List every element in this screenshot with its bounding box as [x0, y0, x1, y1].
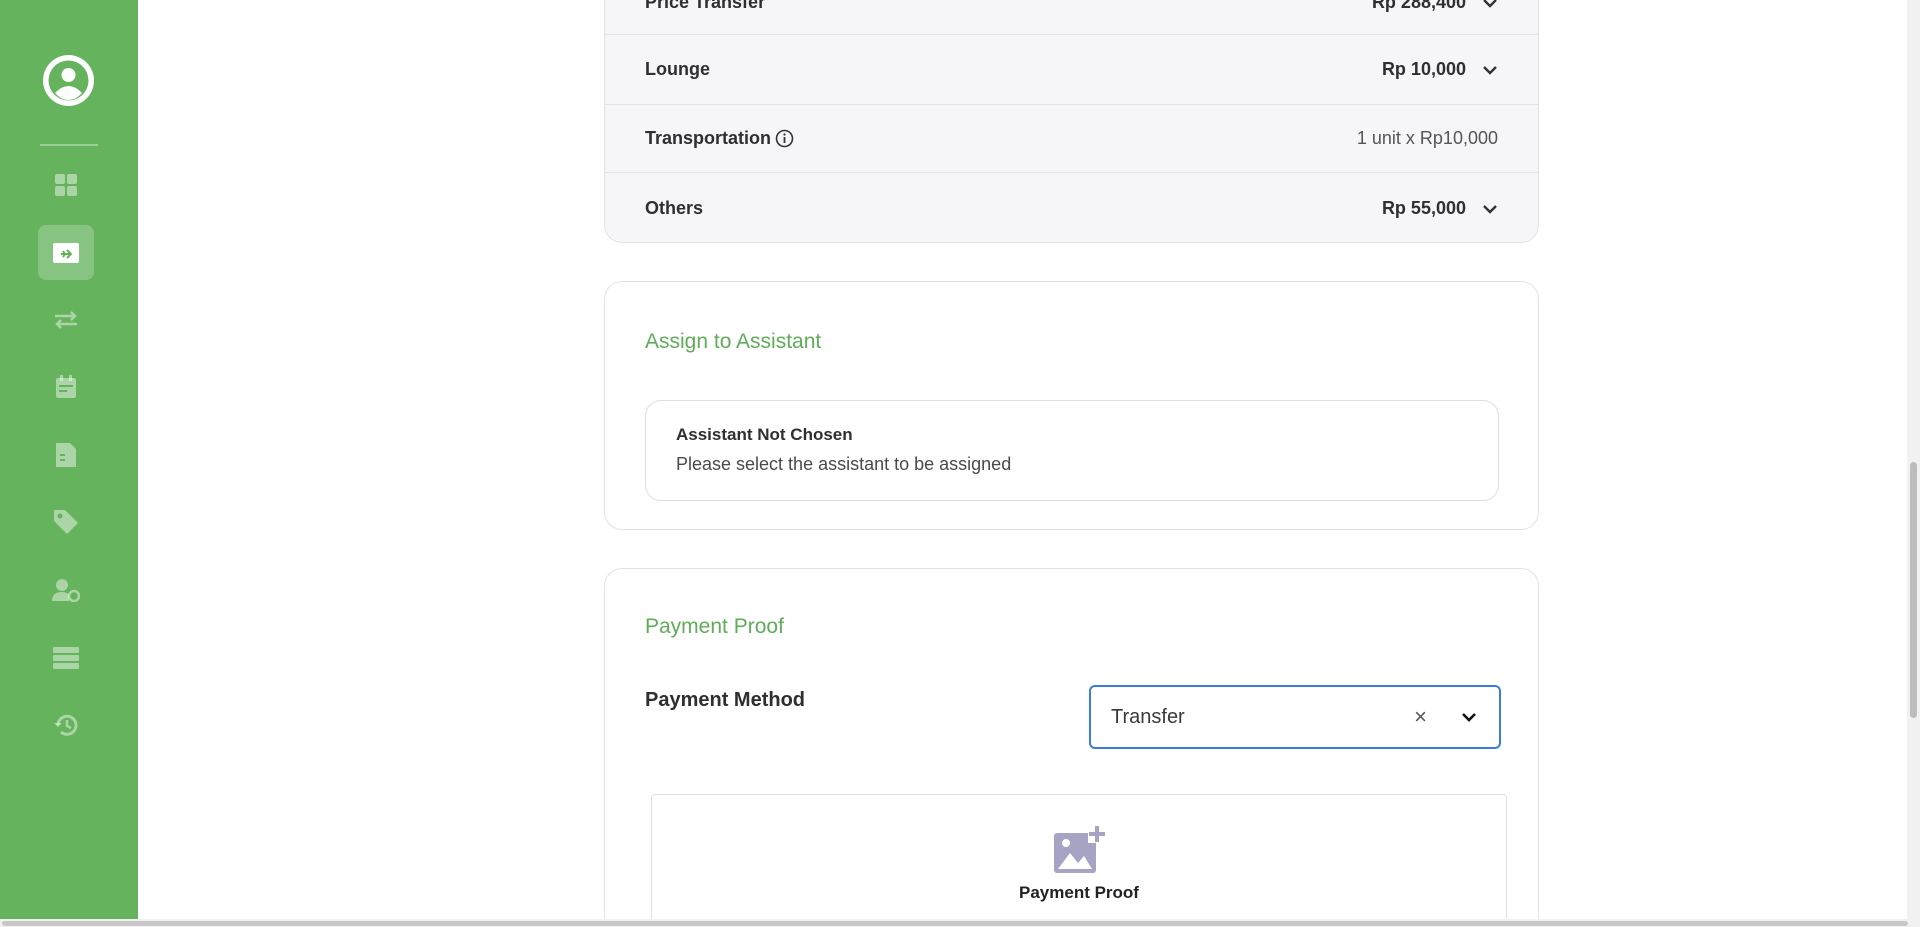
row-label: Lounge — [645, 59, 710, 79]
transfer-arrows-icon — [55, 310, 77, 329]
upload-label: Payment Proof — [1019, 883, 1139, 902]
info-icon[interactable] — [775, 129, 794, 148]
row-value-text: Rp 10,000 — [1381, 59, 1466, 79]
assistant-selector[interactable]: Assistant Not Chosen Please select the a… — [645, 400, 1499, 501]
summary-row-price-transfer[interactable]: Price Transfer Rp 288,400 — [605, 0, 1538, 34]
payment-method-select[interactable]: Transfer × — [1089, 685, 1501, 749]
payment-method-label: Payment Method — [645, 689, 806, 711]
horizontal-scroll-thumb[interactable] — [2, 921, 1908, 926]
summary-row-lounge[interactable]: Lounge Rp 10,000 — [605, 34, 1538, 104]
chevron-down-icon[interactable] — [1482, 65, 1498, 75]
nav-tags[interactable] — [38, 494, 94, 549]
sidebar-divider — [40, 144, 98, 146]
sidebar — [0, 0, 138, 927]
payment-proof-card: Payment Proof Payment Method Transfer × … — [604, 568, 1539, 927]
nav-dashboard[interactable] — [38, 157, 94, 212]
add-image-icon — [1054, 825, 1106, 873]
ticket-flight-icon — [53, 242, 79, 263]
nav-calendar[interactable] — [38, 359, 94, 414]
row-value: Rp 10,000 — [1382, 59, 1498, 80]
row-label: Others — [645, 198, 704, 218]
clear-icon[interactable]: × — [1414, 704, 1427, 730]
row-label: Transportation — [645, 128, 794, 149]
horizontal-scrollbar[interactable] — [0, 919, 1920, 927]
user-icon — [46, 58, 91, 103]
row-value: Rp 288,400 — [1372, 0, 1498, 13]
payment-method-value: Transfer — [1111, 705, 1185, 728]
assistant-status-title: Assistant Not Chosen — [676, 425, 853, 444]
row-label-text: Transportation — [645, 128, 772, 148]
row-label: Price Transfer — [645, 0, 766, 12]
server-list-icon — [53, 646, 79, 669]
summary-row-transportation: Transportation 1 unit x Rp10,000 — [605, 104, 1538, 172]
tag-icon — [54, 509, 78, 534]
chevron-down-icon[interactable] — [1461, 712, 1477, 722]
nav-servers[interactable] — [38, 630, 94, 685]
row-value-text: Rp 55,000 — [1381, 198, 1466, 218]
row-value: 1 unit x Rp10,000 — [1356, 128, 1498, 148]
nav-user-settings[interactable] — [38, 562, 94, 617]
document-icon — [56, 442, 76, 467]
price-summary-card: Price Transfer Rp 288,400 Lounge Rp 10,0… — [604, 0, 1539, 243]
upload-content: Payment Proof — [652, 825, 1506, 903]
history-icon — [54, 714, 78, 736]
row-value-text: Rp 288,400 — [1371, 0, 1466, 12]
vertical-scrollbar[interactable] — [1907, 0, 1920, 920]
payment-proof-upload[interactable]: Payment Proof — [651, 794, 1507, 927]
nav-tickets[interactable] — [38, 225, 94, 280]
vertical-scroll-thumb[interactable] — [1910, 462, 1917, 718]
section-title-assign: Assign to Assistant — [645, 330, 822, 353]
row-value: Rp 55,000 — [1382, 198, 1498, 219]
chevron-down-icon[interactable] — [1482, 204, 1498, 214]
user-avatar[interactable] — [43, 55, 94, 106]
section-title-payment: Payment Proof — [645, 615, 784, 638]
calendar-icon — [56, 374, 76, 398]
summary-row-others[interactable]: Others Rp 55,000 — [605, 172, 1538, 242]
nav-documents[interactable] — [38, 427, 94, 482]
assign-assistant-card: Assign to Assistant Assistant Not Chosen… — [604, 281, 1539, 530]
chevron-down-icon[interactable] — [1482, 0, 1498, 8]
user-settings-icon — [52, 578, 80, 602]
dashboard-icon — [55, 173, 77, 196]
assistant-status-desc: Please select the assistant to be assign… — [676, 454, 1012, 474]
nav-transfer[interactable] — [38, 292, 94, 347]
nav-history[interactable] — [38, 697, 94, 752]
